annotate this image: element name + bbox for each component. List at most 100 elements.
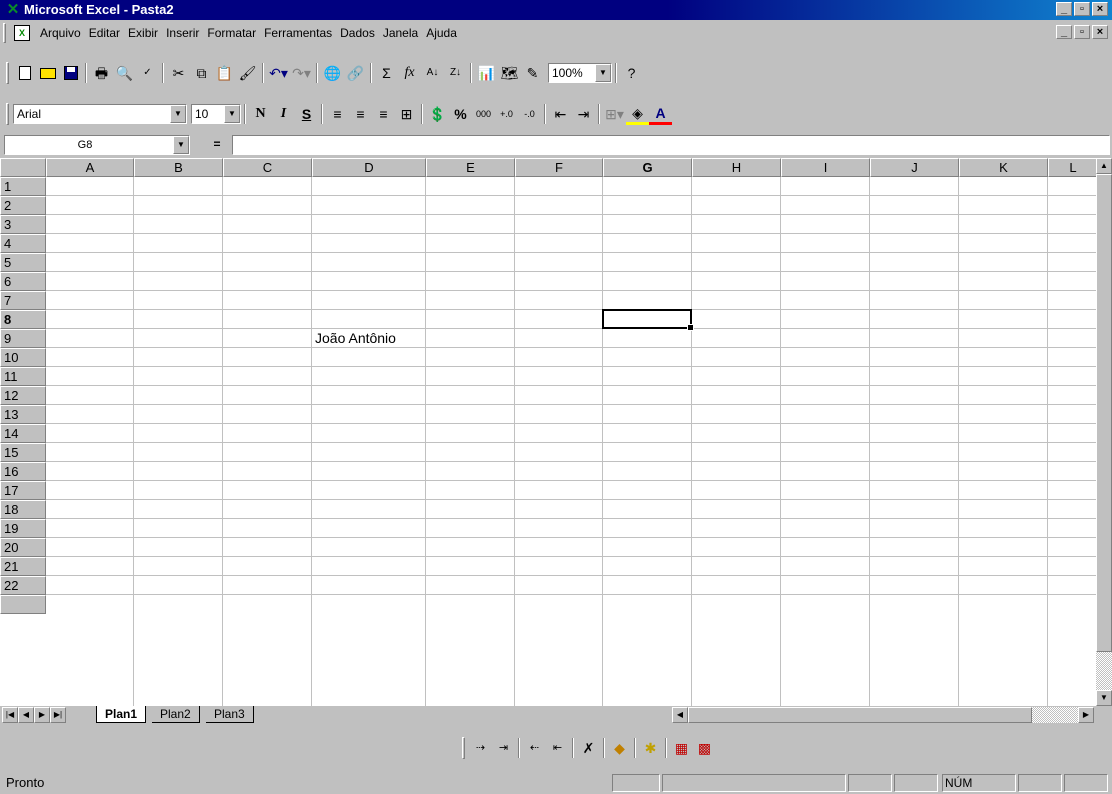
print-preview-icon[interactable]: 🔍: [113, 62, 136, 84]
row-header-18[interactable]: 18: [0, 500, 46, 519]
underline-button[interactable]: S: [295, 103, 318, 125]
worksheet-grid[interactable]: A B C D E F G H I J K L 1 2 3 4 5 6 7 8 9 10 11 12 13 14 15 16 17 18 1…: [0, 158, 1096, 706]
menu-inserir[interactable]: Inserir: [162, 25, 203, 41]
remove-precedent-arrows-icon[interactable]: ⇥: [492, 737, 515, 759]
spelling-icon[interactable]: ✓: [136, 62, 159, 84]
align-left-icon[interactable]: ≡: [326, 103, 349, 125]
chevron-down-icon[interactable]: ▼: [170, 105, 186, 123]
row-header-19[interactable]: 19: [0, 519, 46, 538]
bold-button[interactable]: N: [249, 103, 272, 125]
decrease-decimal-icon[interactable]: -.0: [518, 103, 541, 125]
currency-icon[interactable]: 💲: [426, 103, 449, 125]
paste-icon[interactable]: 📋: [213, 62, 236, 84]
menu-editar[interactable]: Editar: [85, 25, 124, 41]
row-header-20[interactable]: 20: [0, 538, 46, 557]
next-sheet-icon[interactable]: ▶: [34, 707, 50, 723]
column-header-e[interactable]: E: [426, 158, 515, 177]
column-header-h[interactable]: H: [692, 158, 781, 177]
column-header-d[interactable]: D: [312, 158, 426, 177]
menu-janela[interactable]: Janela: [379, 25, 422, 41]
row-header-16[interactable]: 16: [0, 462, 46, 481]
scroll-down-icon[interactable]: ▼: [1096, 690, 1112, 706]
vertical-scroll-thumb[interactable]: [1096, 174, 1112, 652]
row-header-partial[interactable]: [0, 595, 46, 614]
column-header-a[interactable]: A: [46, 158, 134, 177]
toolbar-grip[interactable]: [6, 62, 9, 84]
scroll-up-icon[interactable]: ▲: [1096, 158, 1112, 174]
cut-icon[interactable]: ✂: [167, 62, 190, 84]
toolbar-grip[interactable]: [6, 103, 9, 125]
menu-arquivo[interactable]: Arquivo: [36, 25, 85, 41]
align-right-icon[interactable]: ≡: [372, 103, 395, 125]
row-header-10[interactable]: 10: [0, 348, 46, 367]
font-select[interactable]: Arial ▼: [13, 104, 187, 124]
row-header-5[interactable]: 5: [0, 253, 46, 272]
select-all-button[interactable]: [0, 158, 46, 177]
remove-dependent-arrows-icon[interactable]: ⇤: [546, 737, 569, 759]
horizontal-scroll-thumb[interactable]: [688, 707, 1032, 723]
thousands-button[interactable]: 000: [472, 103, 495, 125]
remove-all-arrows-icon[interactable]: ✗: [577, 737, 600, 759]
row-header-4[interactable]: 4: [0, 234, 46, 253]
column-header-l[interactable]: L: [1048, 158, 1096, 177]
trace-error-icon[interactable]: ◆: [608, 737, 631, 759]
font-size-select[interactable]: 10 ▼: [191, 104, 241, 124]
row-header-12[interactable]: 12: [0, 386, 46, 405]
row-header-17[interactable]: 17: [0, 481, 46, 500]
hyperlink-icon[interactable]: 🔗: [344, 62, 367, 84]
row-header-8[interactable]: 8: [0, 310, 46, 329]
row-header-15[interactable]: 15: [0, 443, 46, 462]
row-header-3[interactable]: 3: [0, 215, 46, 234]
first-sheet-icon[interactable]: |◀: [2, 707, 18, 723]
drawing-icon[interactable]: ✎: [521, 62, 544, 84]
copy-icon[interactable]: ⧉: [190, 62, 213, 84]
scroll-right-icon[interactable]: ▶: [1078, 707, 1094, 723]
sort-ascending-icon[interactable]: A↓: [421, 62, 444, 84]
excel-app-icon[interactable]: ✕: [5, 2, 21, 18]
row-header-2[interactable]: 2: [0, 196, 46, 215]
column-header-b[interactable]: B: [134, 158, 223, 177]
circle-invalid-data-icon[interactable]: ▦: [670, 737, 693, 759]
doc-minimize-button[interactable]: _: [1056, 25, 1072, 39]
column-header-k[interactable]: K: [959, 158, 1048, 177]
column-header-f[interactable]: F: [515, 158, 603, 177]
align-center-icon[interactable]: ≡: [349, 103, 372, 125]
menu-formatar[interactable]: Formatar: [203, 25, 260, 41]
row-header-6[interactable]: 6: [0, 272, 46, 291]
merge-center-icon[interactable]: ⊞: [395, 103, 418, 125]
menu-exibir[interactable]: Exibir: [124, 25, 162, 41]
font-color-icon[interactable]: A: [649, 103, 672, 125]
fill-color-icon[interactable]: ◈: [626, 103, 649, 125]
help-icon[interactable]: ?: [620, 62, 643, 84]
row-header-13[interactable]: 13: [0, 405, 46, 424]
prev-sheet-icon[interactable]: ◀: [18, 707, 34, 723]
format-painter-icon[interactable]: 🖌: [236, 62, 259, 84]
menu-ferramentas[interactable]: Ferramentas: [260, 25, 336, 41]
sheet-tab-plan3[interactable]: Plan3: [206, 706, 254, 723]
row-header-7[interactable]: 7: [0, 291, 46, 310]
map-icon[interactable]: 🗺: [498, 62, 521, 84]
sort-descending-icon[interactable]: Z↓: [444, 62, 467, 84]
edit-formula-button[interactable]: =: [206, 136, 228, 154]
chart-wizard-icon[interactable]: 📊: [475, 62, 498, 84]
increase-indent-icon[interactable]: ⇥: [572, 103, 595, 125]
new-comment-icon[interactable]: ✱: [639, 737, 662, 759]
scroll-left-icon[interactable]: ◀: [672, 707, 688, 723]
last-sheet-icon[interactable]: ▶|: [50, 707, 66, 723]
chevron-down-icon[interactable]: ▼: [173, 136, 189, 154]
horizontal-scrollbar[interactable]: ◀ ▶: [672, 707, 1094, 723]
open-icon[interactable]: [36, 62, 59, 84]
paste-function-icon[interactable]: fx: [398, 62, 421, 84]
cell-d9[interactable]: João Antônio: [315, 329, 396, 348]
increase-decimal-icon[interactable]: +.0: [495, 103, 518, 125]
autosum-icon[interactable]: Σ: [375, 62, 398, 84]
vertical-scrollbar[interactable]: ▲ ▼: [1096, 158, 1112, 706]
decrease-indent-icon[interactable]: ⇤: [549, 103, 572, 125]
row-header-14[interactable]: 14: [0, 424, 46, 443]
row-header-9[interactable]: 9: [0, 329, 46, 348]
menu-grip[interactable]: [3, 23, 6, 43]
trace-dependents-icon[interactable]: ⇠: [523, 737, 546, 759]
italic-button[interactable]: I: [272, 103, 295, 125]
sheet-tab-plan1[interactable]: Plan1: [96, 706, 147, 723]
doc-close-button[interactable]: ×: [1092, 25, 1108, 39]
